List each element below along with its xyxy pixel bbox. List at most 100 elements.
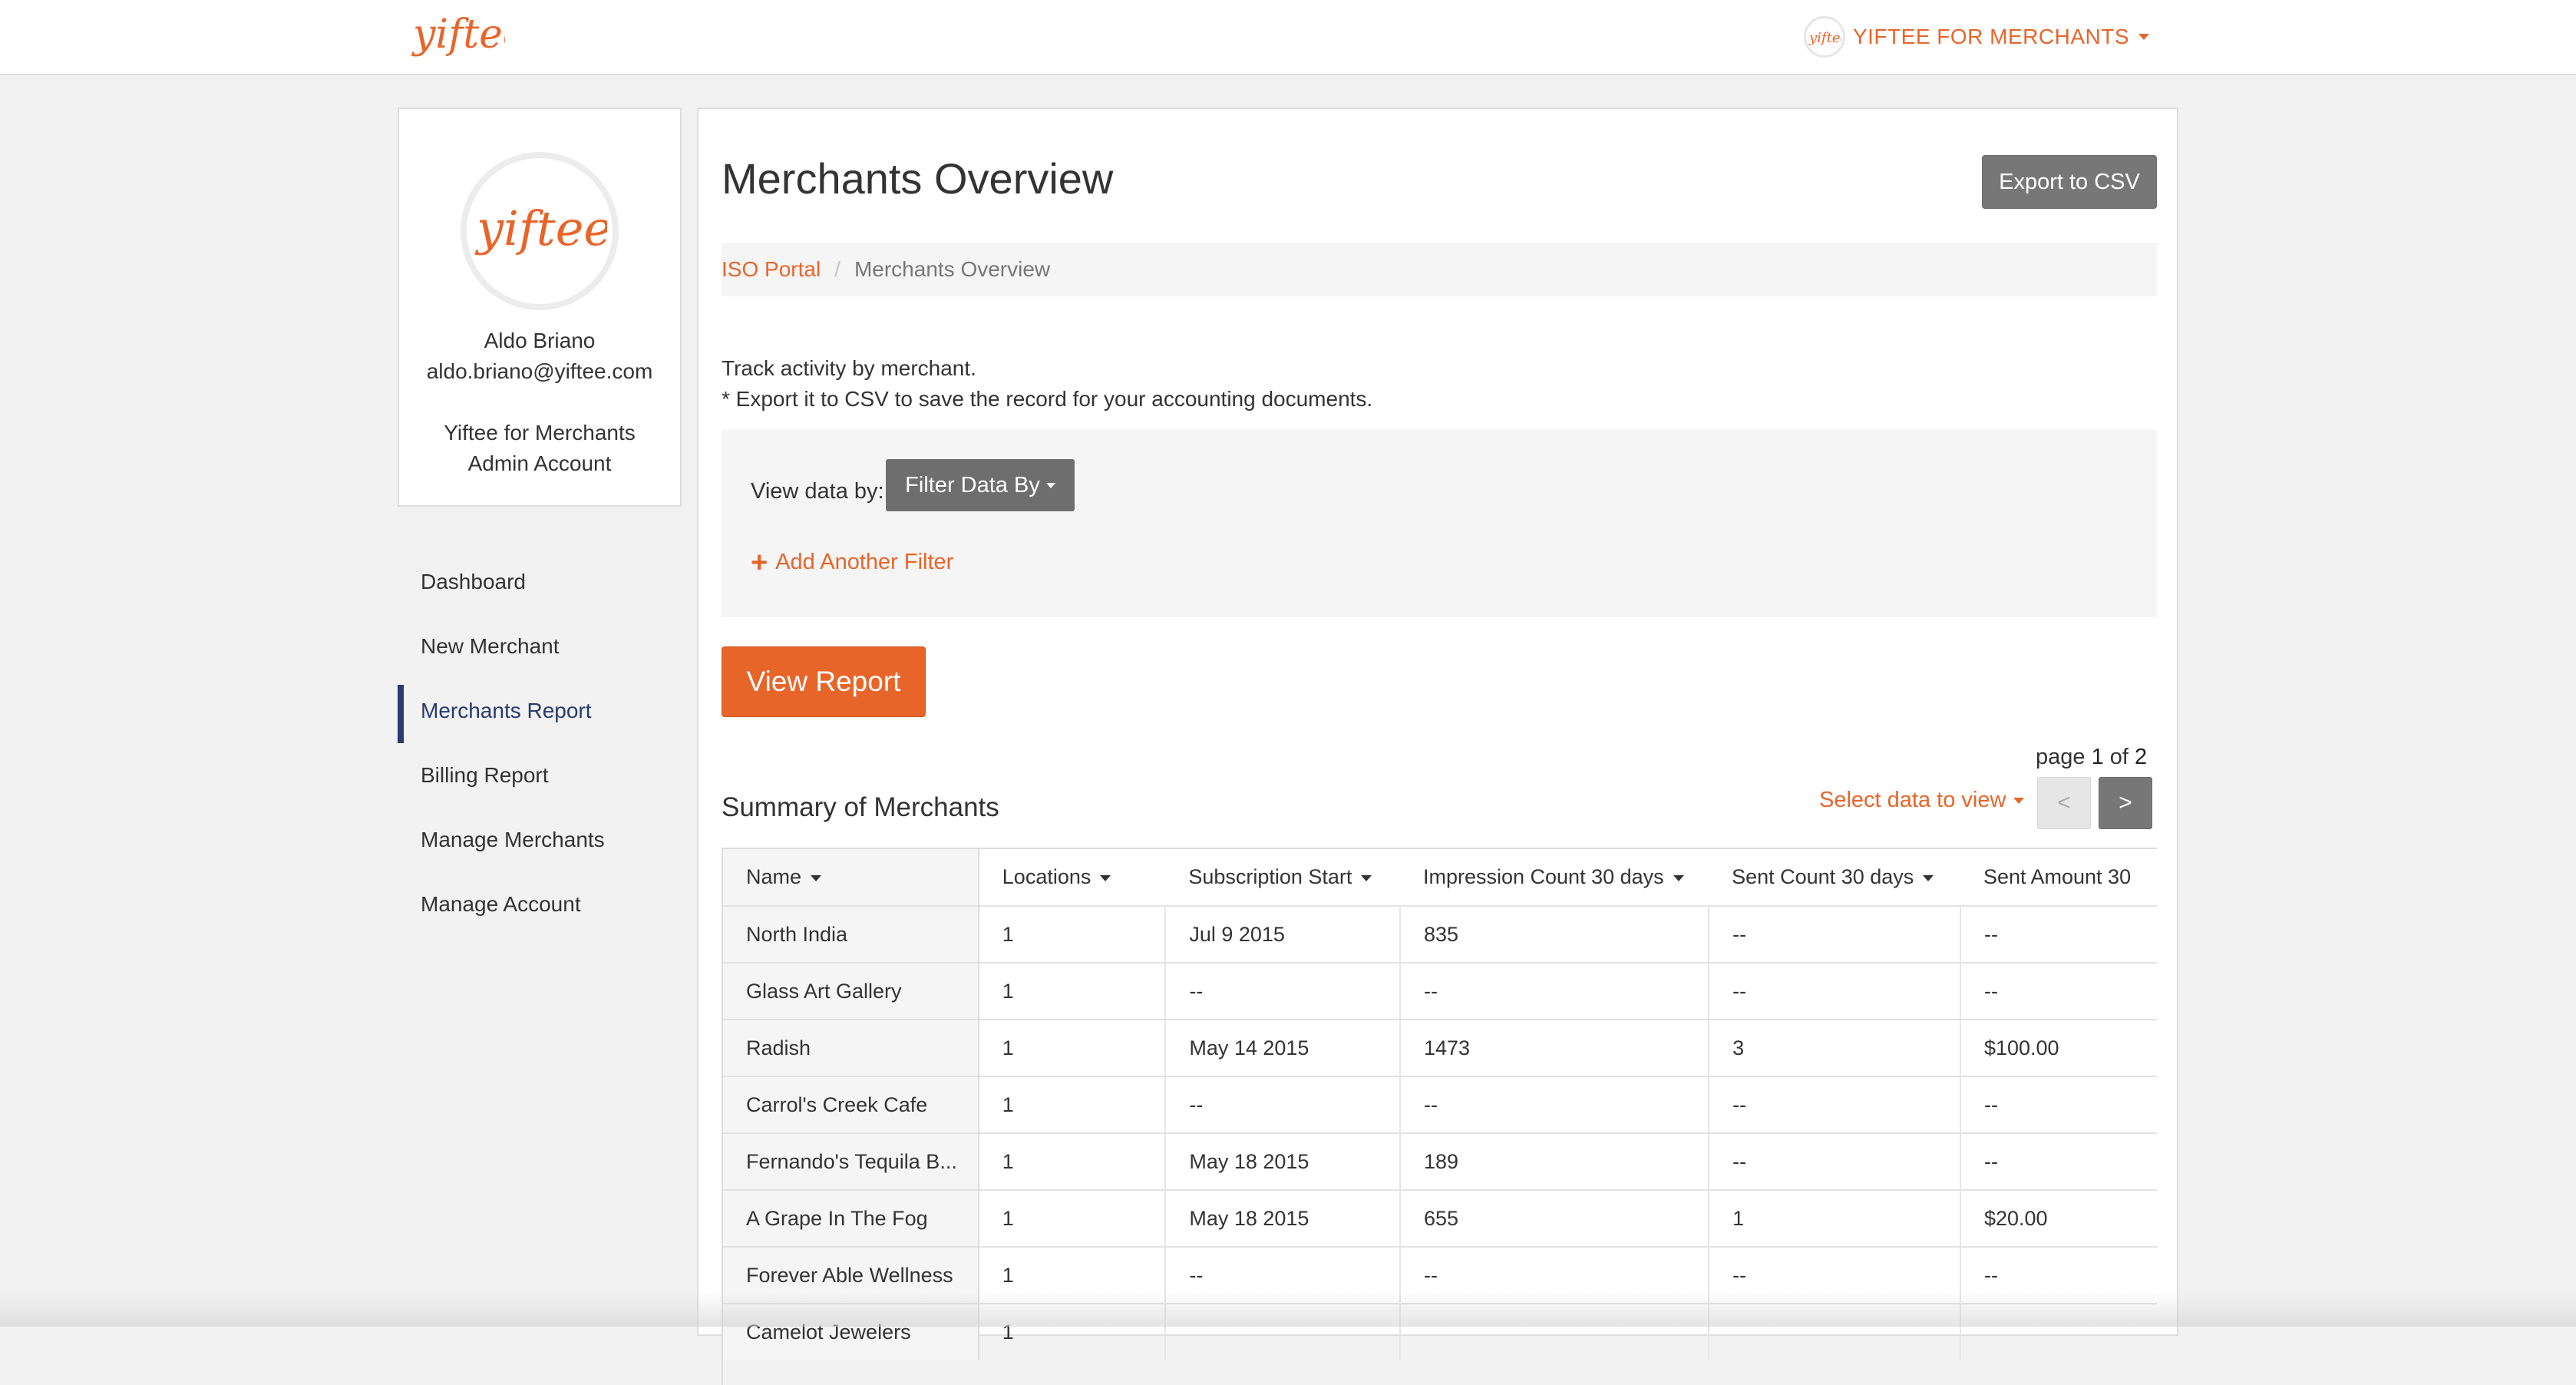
- profile-org: Yiftee for Merchants: [399, 418, 680, 448]
- sidebar-item-manage-account[interactable]: Manage Account: [398, 872, 682, 937]
- table-cell: 655: [1400, 1190, 1709, 1247]
- merchant-name-cell: Carrol's Creek Cafe: [723, 1076, 979, 1133]
- top-bar: yiftee yiftee YIFTEE FOR MERCHANTS: [0, 0, 2576, 75]
- view-report-button[interactable]: View Report: [722, 646, 926, 717]
- table-cell: 1: [979, 963, 1166, 1020]
- table-row[interactable]: Radish1May 14 201514733$100.00: [723, 1020, 2157, 1076]
- table-cell: 1: [979, 1076, 1166, 1133]
- table-cell: $20.00: [1960, 1190, 2157, 1247]
- sidebar-item-dashboard[interactable]: Dashboard: [398, 550, 682, 614]
- page-title: Merchants Overview: [722, 154, 1113, 203]
- profile-role: Admin Account: [399, 448, 680, 479]
- svg-text:yiftee: yiftee: [1808, 30, 1841, 46]
- side-nav: Dashboard New Merchant Merchants Report …: [398, 550, 682, 937]
- profile-card: yiftee Aldo Briano aldo.briano@yiftee.co…: [398, 107, 682, 507]
- table-cell: --: [1960, 1133, 2157, 1190]
- yiftee-logo[interactable]: yiftee: [410, 5, 505, 71]
- yiftee-avatar-icon: yiftee: [1808, 25, 1841, 48]
- merchant-name-cell: Radish: [723, 1020, 979, 1076]
- filter-data-by-dropdown[interactable]: Filter Data By: [886, 459, 1075, 511]
- table-cell: --: [1165, 963, 1400, 1020]
- yiftee-avatar-logo: yiftee: [472, 185, 607, 277]
- table-cell: --: [1709, 963, 1960, 1020]
- export-csv-button[interactable]: Export to CSV: [1982, 155, 2157, 209]
- bottom-fade: [0, 1291, 2576, 1327]
- chevron-down-icon: [2138, 34, 2149, 40]
- table-cell: May 18 2015: [1165, 1133, 1400, 1190]
- table-cell: 1473: [1400, 1020, 1709, 1076]
- merchant-name-cell: A Grape In The Fog: [723, 1190, 979, 1247]
- table-cell: 1: [1709, 1190, 1960, 1247]
- column-header-subscription-start[interactable]: Subscription Start: [1165, 849, 1400, 906]
- profile-name: Aldo Briano: [399, 326, 680, 356]
- table-header-row: Name Locations Subscription Start Impres…: [723, 849, 2157, 906]
- page-of: of: [2110, 745, 2129, 769]
- plus-icon: +: [751, 551, 768, 574]
- table-cell: --: [1960, 1076, 2157, 1133]
- chevron-down-icon: [2013, 798, 2024, 804]
- sidebar-item-manage-merchants[interactable]: Manage Merchants: [398, 808, 682, 872]
- account-avatar: yiftee: [1804, 16, 1845, 58]
- table-cell: --: [1709, 1133, 1960, 1190]
- table-cell: 835: [1400, 906, 1709, 963]
- table-row[interactable]: A Grape In The Fog1May 18 20156551$20.00: [723, 1190, 2157, 1247]
- table-cell: --: [1709, 1076, 1960, 1133]
- next-page-button[interactable]: >: [2099, 777, 2152, 829]
- table-cell: --: [1960, 963, 2157, 1020]
- intro-line-1: Track activity by merchant.: [722, 353, 1372, 384]
- table-row[interactable]: Fernando's Tequila B...1May 18 2015189--…: [723, 1133, 2157, 1190]
- table-cell: 3: [1709, 1020, 1960, 1076]
- table-cell: May 18 2015: [1165, 1190, 1400, 1247]
- table-cell: --: [1400, 963, 1709, 1020]
- column-header-sent-amount[interactable]: Sent Amount 30: [1960, 849, 2157, 906]
- svg-text:yiftee: yiftee: [411, 12, 505, 58]
- breadcrumb: ISO Portal / Merchants Overview: [722, 243, 2157, 296]
- table-cell: --: [1400, 1076, 1709, 1133]
- table-row[interactable]: Glass Art Gallery1--------: [723, 963, 2157, 1020]
- column-header-impression-count[interactable]: Impression Count 30 days: [1400, 849, 1709, 906]
- account-menu[interactable]: yiftee YIFTEE FOR MERCHANTS: [1804, 17, 2149, 57]
- add-another-filter-link[interactable]: + Add Another Filter: [751, 550, 953, 575]
- table-cell: 1: [979, 1020, 1166, 1076]
- table-row[interactable]: Carrol's Creek Cafe1--------: [723, 1076, 2157, 1133]
- page-prefix: page: [2036, 745, 2086, 769]
- table-cell: May 14 2015: [1165, 1020, 1400, 1076]
- column-header-locations[interactable]: Locations: [979, 849, 1166, 906]
- page-current: 1: [2092, 745, 2104, 769]
- svg-text:yiftee: yiftee: [474, 200, 607, 256]
- breadcrumb-current: Merchants Overview: [854, 257, 1050, 282]
- sidebar-item-new-merchant[interactable]: New Merchant: [398, 614, 682, 679]
- page-indicator: page 1 of 2: [2036, 745, 2147, 770]
- table-row[interactable]: North India1Jul 9 2015835----: [723, 906, 2157, 963]
- sort-caret-icon: [1923, 875, 1934, 881]
- table-cell: 189: [1400, 1133, 1709, 1190]
- select-data-dropdown[interactable]: Select data to view: [1819, 788, 2024, 813]
- merchant-name-cell: Fernando's Tequila B...: [723, 1133, 979, 1190]
- sort-caret-icon: [811, 875, 821, 881]
- section-title: Summary of Merchants: [722, 792, 999, 823]
- chevron-down-icon: [1046, 483, 1055, 488]
- main-panel: Merchants Overview Export to CSV ISO Por…: [697, 107, 2178, 1336]
- previous-page-button[interactable]: <: [2037, 777, 2091, 829]
- merchants-table: Name Locations Subscription Start Impres…: [723, 849, 2157, 1360]
- table-cell: 1: [979, 906, 1166, 963]
- account-menu-label: YIFTEE FOR MERCHANTS: [1853, 25, 2129, 49]
- column-header-name[interactable]: Name: [723, 849, 979, 906]
- sort-caret-icon: [1673, 875, 1684, 881]
- sidebar-item-billing-report[interactable]: Billing Report: [398, 743, 682, 808]
- sidebar-item-merchants-report[interactable]: Merchants Report: [398, 679, 682, 743]
- sort-caret-icon: [1100, 875, 1111, 881]
- breadcrumb-iso-portal[interactable]: ISO Portal: [722, 257, 821, 282]
- filter-panel: View data by: Filter Data By + Add Anoth…: [722, 430, 2157, 617]
- table-cell: 1: [979, 1190, 1166, 1247]
- breadcrumb-separator: /: [834, 257, 841, 282]
- intro-line-2: * Export it to CSV to save the record fo…: [722, 384, 1372, 415]
- profile-avatar: yiftee: [461, 152, 619, 310]
- intro-text: Track activity by merchant. * Export it …: [722, 353, 1372, 415]
- profile-email: aldo.briano@yiftee.com: [399, 356, 680, 387]
- merchant-name-cell: Glass Art Gallery: [723, 963, 979, 1020]
- column-header-sent-count[interactable]: Sent Count 30 days: [1709, 849, 1960, 906]
- sort-caret-icon: [1361, 875, 1372, 881]
- table-cell: Jul 9 2015: [1165, 906, 1400, 963]
- table-cell: --: [1709, 906, 1960, 963]
